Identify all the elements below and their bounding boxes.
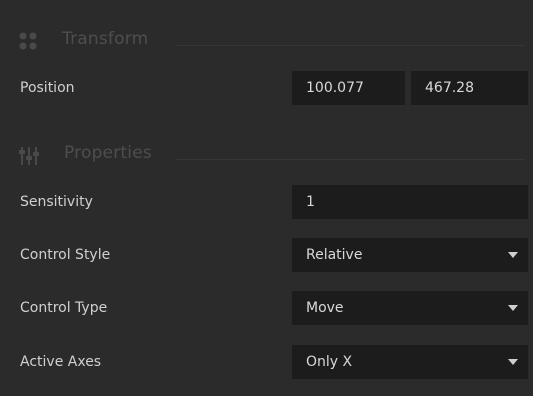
active-axes-label: Active Axes	[20, 354, 102, 370]
control-style-value: Relative	[306, 247, 363, 263]
properties-section-title: Properties	[64, 143, 152, 163]
sliders-icon	[18, 145, 39, 165]
sensitivity-label: Sensitivity	[20, 194, 93, 210]
position-row: Position 100.077 467.28	[0, 71, 533, 105]
position-y-value: 467.28	[425, 80, 474, 96]
control-type-dropdown[interactable]: Move	[292, 291, 528, 325]
control-style-row: Control Style Relative	[0, 238, 533, 272]
control-style-dropdown[interactable]: Relative	[292, 238, 528, 272]
transform-section-header[interactable]: Transform	[0, 26, 533, 56]
chevron-down-icon	[508, 359, 518, 365]
active-axes-value: Only X	[306, 354, 353, 370]
chevron-down-icon	[508, 252, 518, 258]
section-divider	[176, 45, 525, 46]
active-axes-dropdown[interactable]: Only X	[292, 345, 528, 379]
position-x-value: 100.077	[306, 80, 364, 96]
position-label: Position	[20, 80, 75, 96]
properties-section-header[interactable]: Properties	[0, 140, 533, 170]
position-y-input[interactable]: 467.28	[411, 71, 528, 105]
active-axes-row: Active Axes Only X	[0, 345, 533, 379]
grid-icon	[18, 31, 38, 51]
transform-section-title: Transform	[62, 29, 149, 49]
control-style-label: Control Style	[20, 247, 111, 263]
control-type-row: Control Type Move	[0, 291, 533, 325]
section-divider	[176, 159, 525, 160]
control-type-label: Control Type	[20, 300, 108, 316]
sensitivity-value: 1	[306, 194, 315, 210]
control-type-value: Move	[306, 300, 344, 316]
position-x-input[interactable]: 100.077	[292, 71, 405, 105]
sensitivity-row: Sensitivity 1	[0, 185, 533, 219]
chevron-down-icon	[508, 305, 518, 311]
inspector-panel: Transform Position 100.077 467.28 Proper…	[0, 0, 533, 396]
sensitivity-input[interactable]: 1	[292, 185, 528, 219]
